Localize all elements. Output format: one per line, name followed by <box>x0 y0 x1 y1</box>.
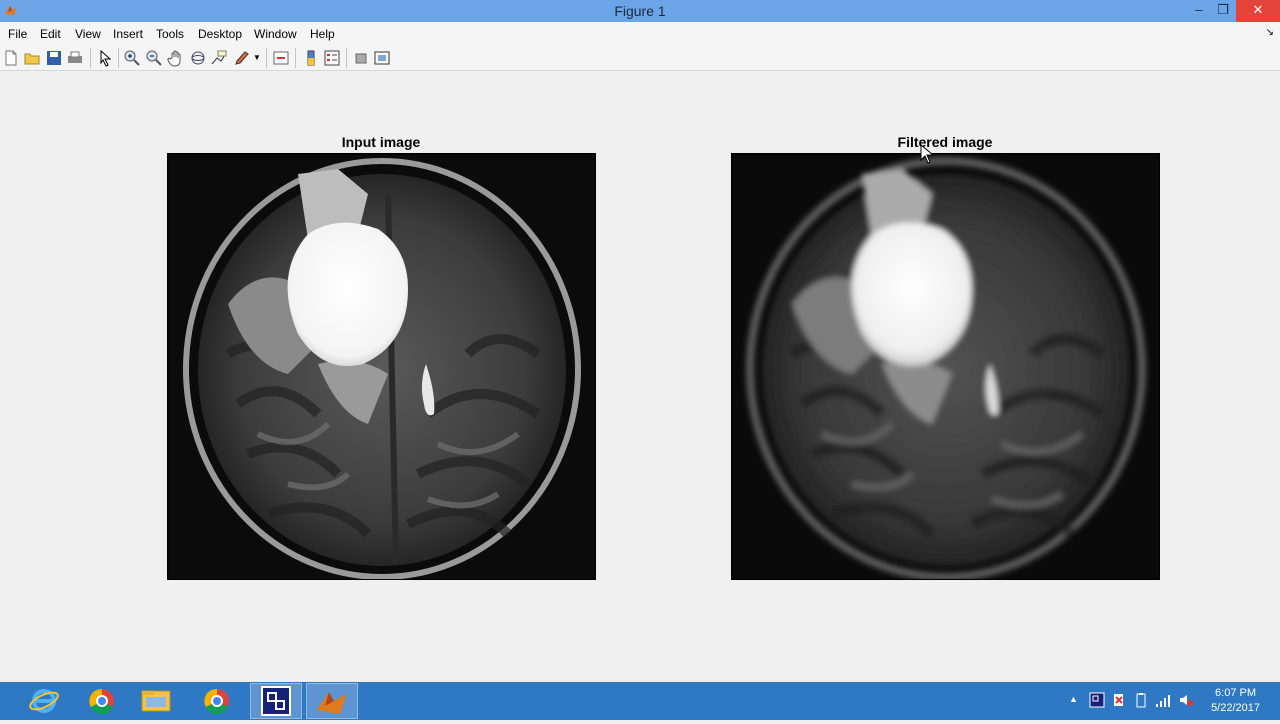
pan-icon[interactable] <box>167 49 185 67</box>
menu-view[interactable]: View <box>75 27 101 41</box>
figure-canvas: Input image Filtered image <box>0 72 1280 682</box>
menu-help[interactable]: Help <box>310 27 335 41</box>
toolbar-separator <box>118 48 119 68</box>
close-button[interactable]: ✕ <box>1236 0 1280 22</box>
tray-remote-icon[interactable] <box>1089 692 1105 708</box>
zoom-in-icon[interactable] <box>123 49 141 67</box>
menu-desktop[interactable]: Desktop <box>198 27 242 41</box>
network-icon[interactable] <box>1155 692 1171 708</box>
filtered-image-axes[interactable] <box>731 153 1160 580</box>
brush-icon[interactable] <box>233 49 251 67</box>
taskbar-file-explorer[interactable] <box>130 683 182 719</box>
clock-date: 5/22/2017 <box>1211 702 1260 714</box>
battery-icon[interactable] <box>1133 692 1149 708</box>
hide-plot-tools-icon[interactable] <box>352 49 370 67</box>
colorbar-icon[interactable] <box>302 49 320 67</box>
new-figure-icon[interactable] <box>2 49 20 67</box>
dock-arrow-icon[interactable]: ↘ <box>1266 27 1274 38</box>
taskbar: ▲ 6:07 PM 5/22/2017 <box>0 682 1280 720</box>
legend-icon[interactable] <box>323 49 341 67</box>
rotate-3d-icon[interactable] <box>189 49 207 67</box>
filtered-mri-image <box>732 154 1159 579</box>
file-explorer-icon <box>141 690 171 712</box>
menu-tools[interactable]: Tools <box>156 27 184 41</box>
menu-file[interactable]: File <box>8 27 27 41</box>
clock-time: 6:07 PM <box>1215 687 1257 699</box>
edit-plot-icon[interactable] <box>96 49 114 67</box>
remote-app-icon <box>261 686 291 716</box>
taskbar-chrome-1[interactable] <box>76 683 128 719</box>
matlab-icon <box>317 692 347 714</box>
data-cursor-icon[interactable] <box>210 49 228 67</box>
brush-dropdown-icon[interactable]: ▼ <box>253 53 261 62</box>
input-image-axes[interactable] <box>167 153 596 580</box>
menu-edit[interactable]: Edit <box>40 27 61 41</box>
restore-button[interactable]: ❐ <box>1206 0 1240 22</box>
show-plot-tools-icon[interactable] <box>373 49 391 67</box>
show-hidden-icons-icon[interactable]: ▲ <box>1069 694 1078 704</box>
chrome-icon <box>89 688 114 715</box>
axes-title-filtered: Filtered image <box>897 134 993 150</box>
action-center-icon[interactable] <box>1111 692 1127 708</box>
link-plot-icon[interactable] <box>272 49 290 67</box>
volume-icon[interactable] <box>1178 692 1194 708</box>
taskbar-chrome-2[interactable] <box>191 683 243 719</box>
menu-window[interactable]: Window <box>254 27 297 41</box>
figure-toolbar: ▼ <box>0 44 1280 71</box>
system-clock[interactable]: 6:07 PM 5/22/2017 <box>1211 686 1260 716</box>
save-icon[interactable] <box>45 49 63 67</box>
toolbar-separator <box>90 48 91 68</box>
taskbar-matlab[interactable] <box>306 683 358 719</box>
menu-insert[interactable]: Insert <box>113 27 143 41</box>
internet-explorer-icon <box>29 689 59 713</box>
title-bar: Figure 1 – ❐ ✕ <box>0 0 1280 22</box>
axes-title-input: Input image <box>341 134 421 150</box>
open-file-icon[interactable] <box>23 49 41 67</box>
input-mri-image <box>168 154 595 579</box>
chrome-icon <box>204 688 229 715</box>
toolbar-separator <box>295 48 296 68</box>
toolbar-separator <box>266 48 267 68</box>
taskbar-remote-app[interactable] <box>250 683 302 719</box>
print-icon[interactable] <box>66 49 84 67</box>
mouse-cursor-icon <box>920 144 934 164</box>
menu-bar: File Edit View Insert Tools Desktop Wind… <box>0 22 1280 44</box>
toolbar-separator <box>346 48 347 68</box>
taskbar-internet-explorer[interactable] <box>18 683 70 719</box>
zoom-out-icon[interactable] <box>145 49 163 67</box>
window-title: Figure 1 <box>614 3 666 19</box>
